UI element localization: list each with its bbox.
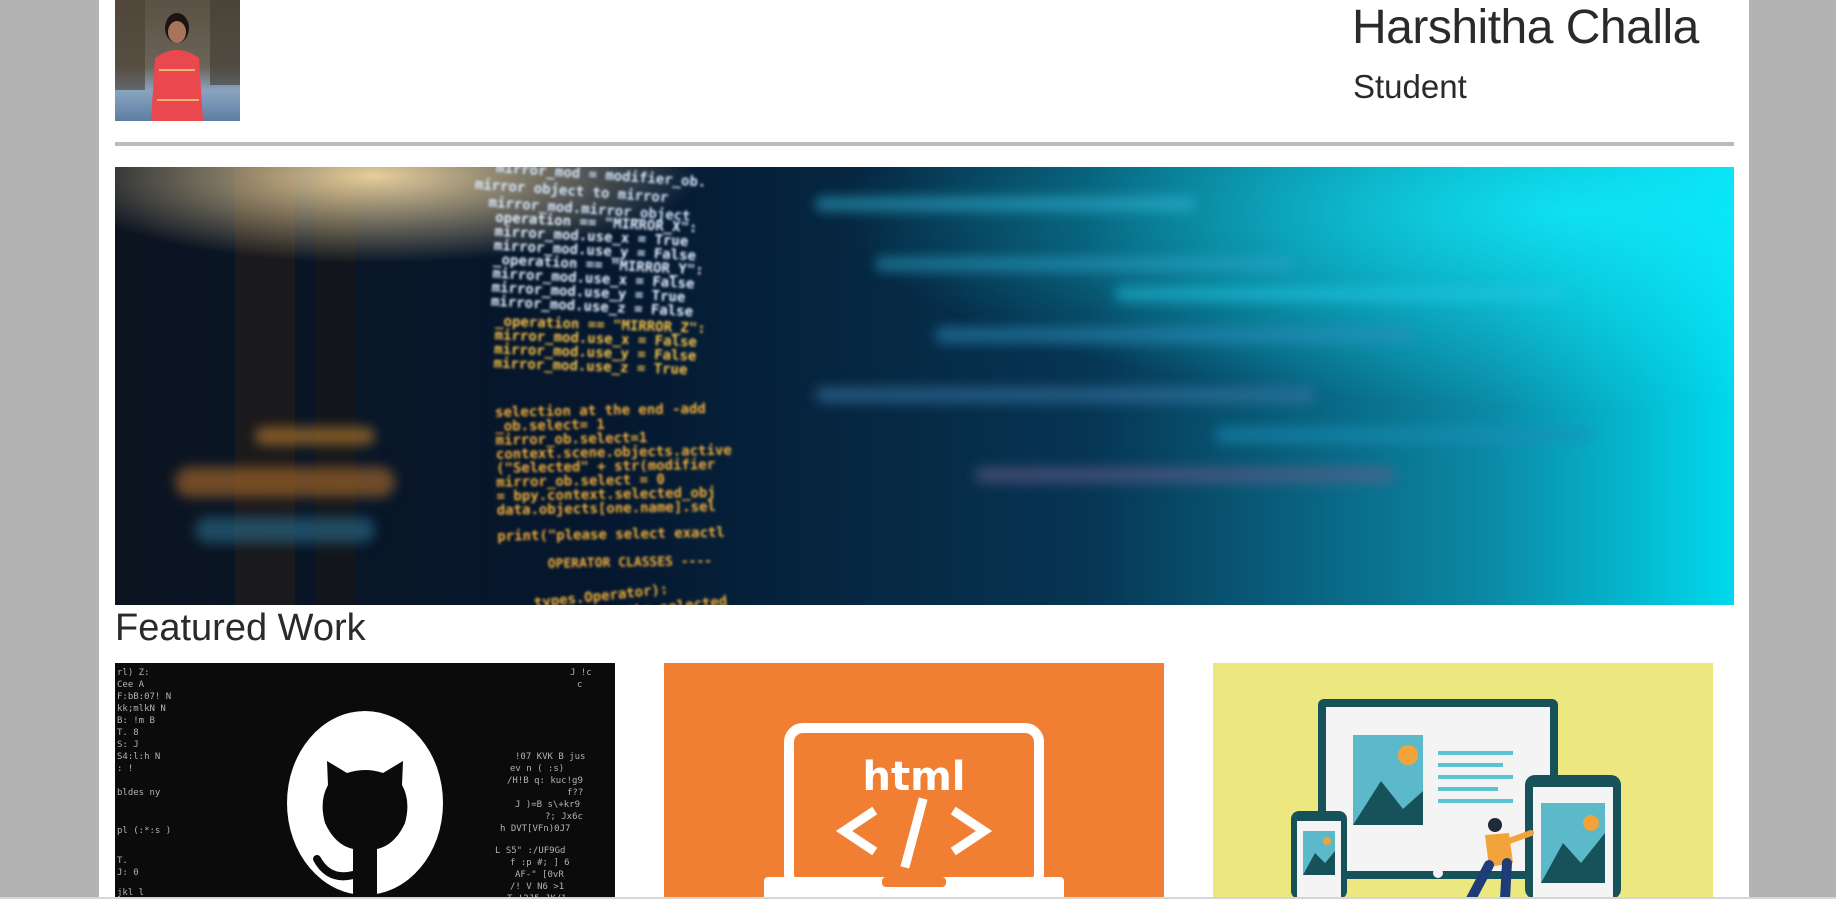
profile-name: Harshitha Challa xyxy=(1352,1,1699,54)
featured-card-html[interactable]: html xyxy=(664,663,1164,899)
svg-text:B: !m B: B: !m B xyxy=(117,716,155,726)
svg-text:/H!B q: kuc!g9: /H!B q: kuc!g9 xyxy=(507,776,583,786)
svg-text:Cee A: Cee A xyxy=(117,680,145,690)
code-background-illustration: mirror_mod = modifier_ob. mirror object … xyxy=(115,167,1734,605)
featured-work-heading: Featured Work xyxy=(115,607,366,649)
svg-text:bldes ny: bldes ny xyxy=(117,788,161,798)
svg-text:/! V N6 >1: /! V N6 >1 xyxy=(510,882,564,892)
svg-text:J !c: J !c xyxy=(570,668,592,678)
header-divider xyxy=(115,142,1734,146)
featured-card-responsive[interactable] xyxy=(1213,663,1713,899)
svg-text:S4:l:h N: S4:l:h N xyxy=(117,752,160,762)
html-laptop-icon: html xyxy=(664,663,1164,899)
responsive-devices-icon xyxy=(1213,663,1713,899)
page-container: Harshitha Challa Student mirror_mod = mo… xyxy=(99,0,1749,899)
svg-text:f??: f?? xyxy=(567,788,583,798)
svg-text:S: J: S: J xyxy=(117,740,139,750)
github-octocat-icon: rl) Z: Cee A F:bB:07! N kk;mlkN N B: !m … xyxy=(115,663,615,899)
svg-text:L S5" :/UF9Gd: L S5" :/UF9Gd xyxy=(495,846,565,856)
featured-card-github[interactable]: rl) Z: Cee A F:bB:07! N kk;mlkN N B: !m … xyxy=(115,663,615,899)
svg-text:T.: T. xyxy=(117,856,128,866)
svg-text:J )=B s\+kr9: J )=B s\+kr9 xyxy=(515,800,580,810)
svg-text:F:bB:07! N: F:bB:07! N xyxy=(117,692,171,702)
svg-text:OPERATOR CLASSES ----: OPERATOR CLASSES ---- xyxy=(548,554,713,572)
profile-role: Student xyxy=(1353,68,1467,105)
svg-text:ev n ( :s): ev n ( :s) xyxy=(510,764,564,774)
svg-text:f :p #; ] 6: f :p #; ] 6 xyxy=(510,858,570,868)
svg-text:T. 8: T. 8 xyxy=(117,728,139,738)
svg-text:h DVT[VFn)0J7: h DVT[VFn)0J7 xyxy=(500,824,570,834)
svg-text:J: 0: J: 0 xyxy=(117,868,139,878)
svg-text:c: c xyxy=(577,680,582,690)
svg-text:pl (:*:s ): pl (:*:s ) xyxy=(117,826,171,836)
svg-text:!07 KVK B jus: !07 KVK B jus xyxy=(515,752,585,762)
svg-text:: !: : ! xyxy=(117,764,133,774)
profile-avatar xyxy=(115,0,240,121)
svg-text:rl) Z:: rl) Z: xyxy=(117,668,150,678)
svg-text:?; Jx6c: ?; Jx6c xyxy=(545,812,583,822)
html-label: html xyxy=(863,754,966,800)
svg-text:kk;mlkN N: kk;mlkN N xyxy=(117,704,166,714)
svg-text:AF-" [0vR: AF-" [0vR xyxy=(515,870,564,880)
profile-photo xyxy=(115,0,240,121)
hero-banner-image: mirror_mod = modifier_ob. mirror object … xyxy=(115,167,1734,605)
